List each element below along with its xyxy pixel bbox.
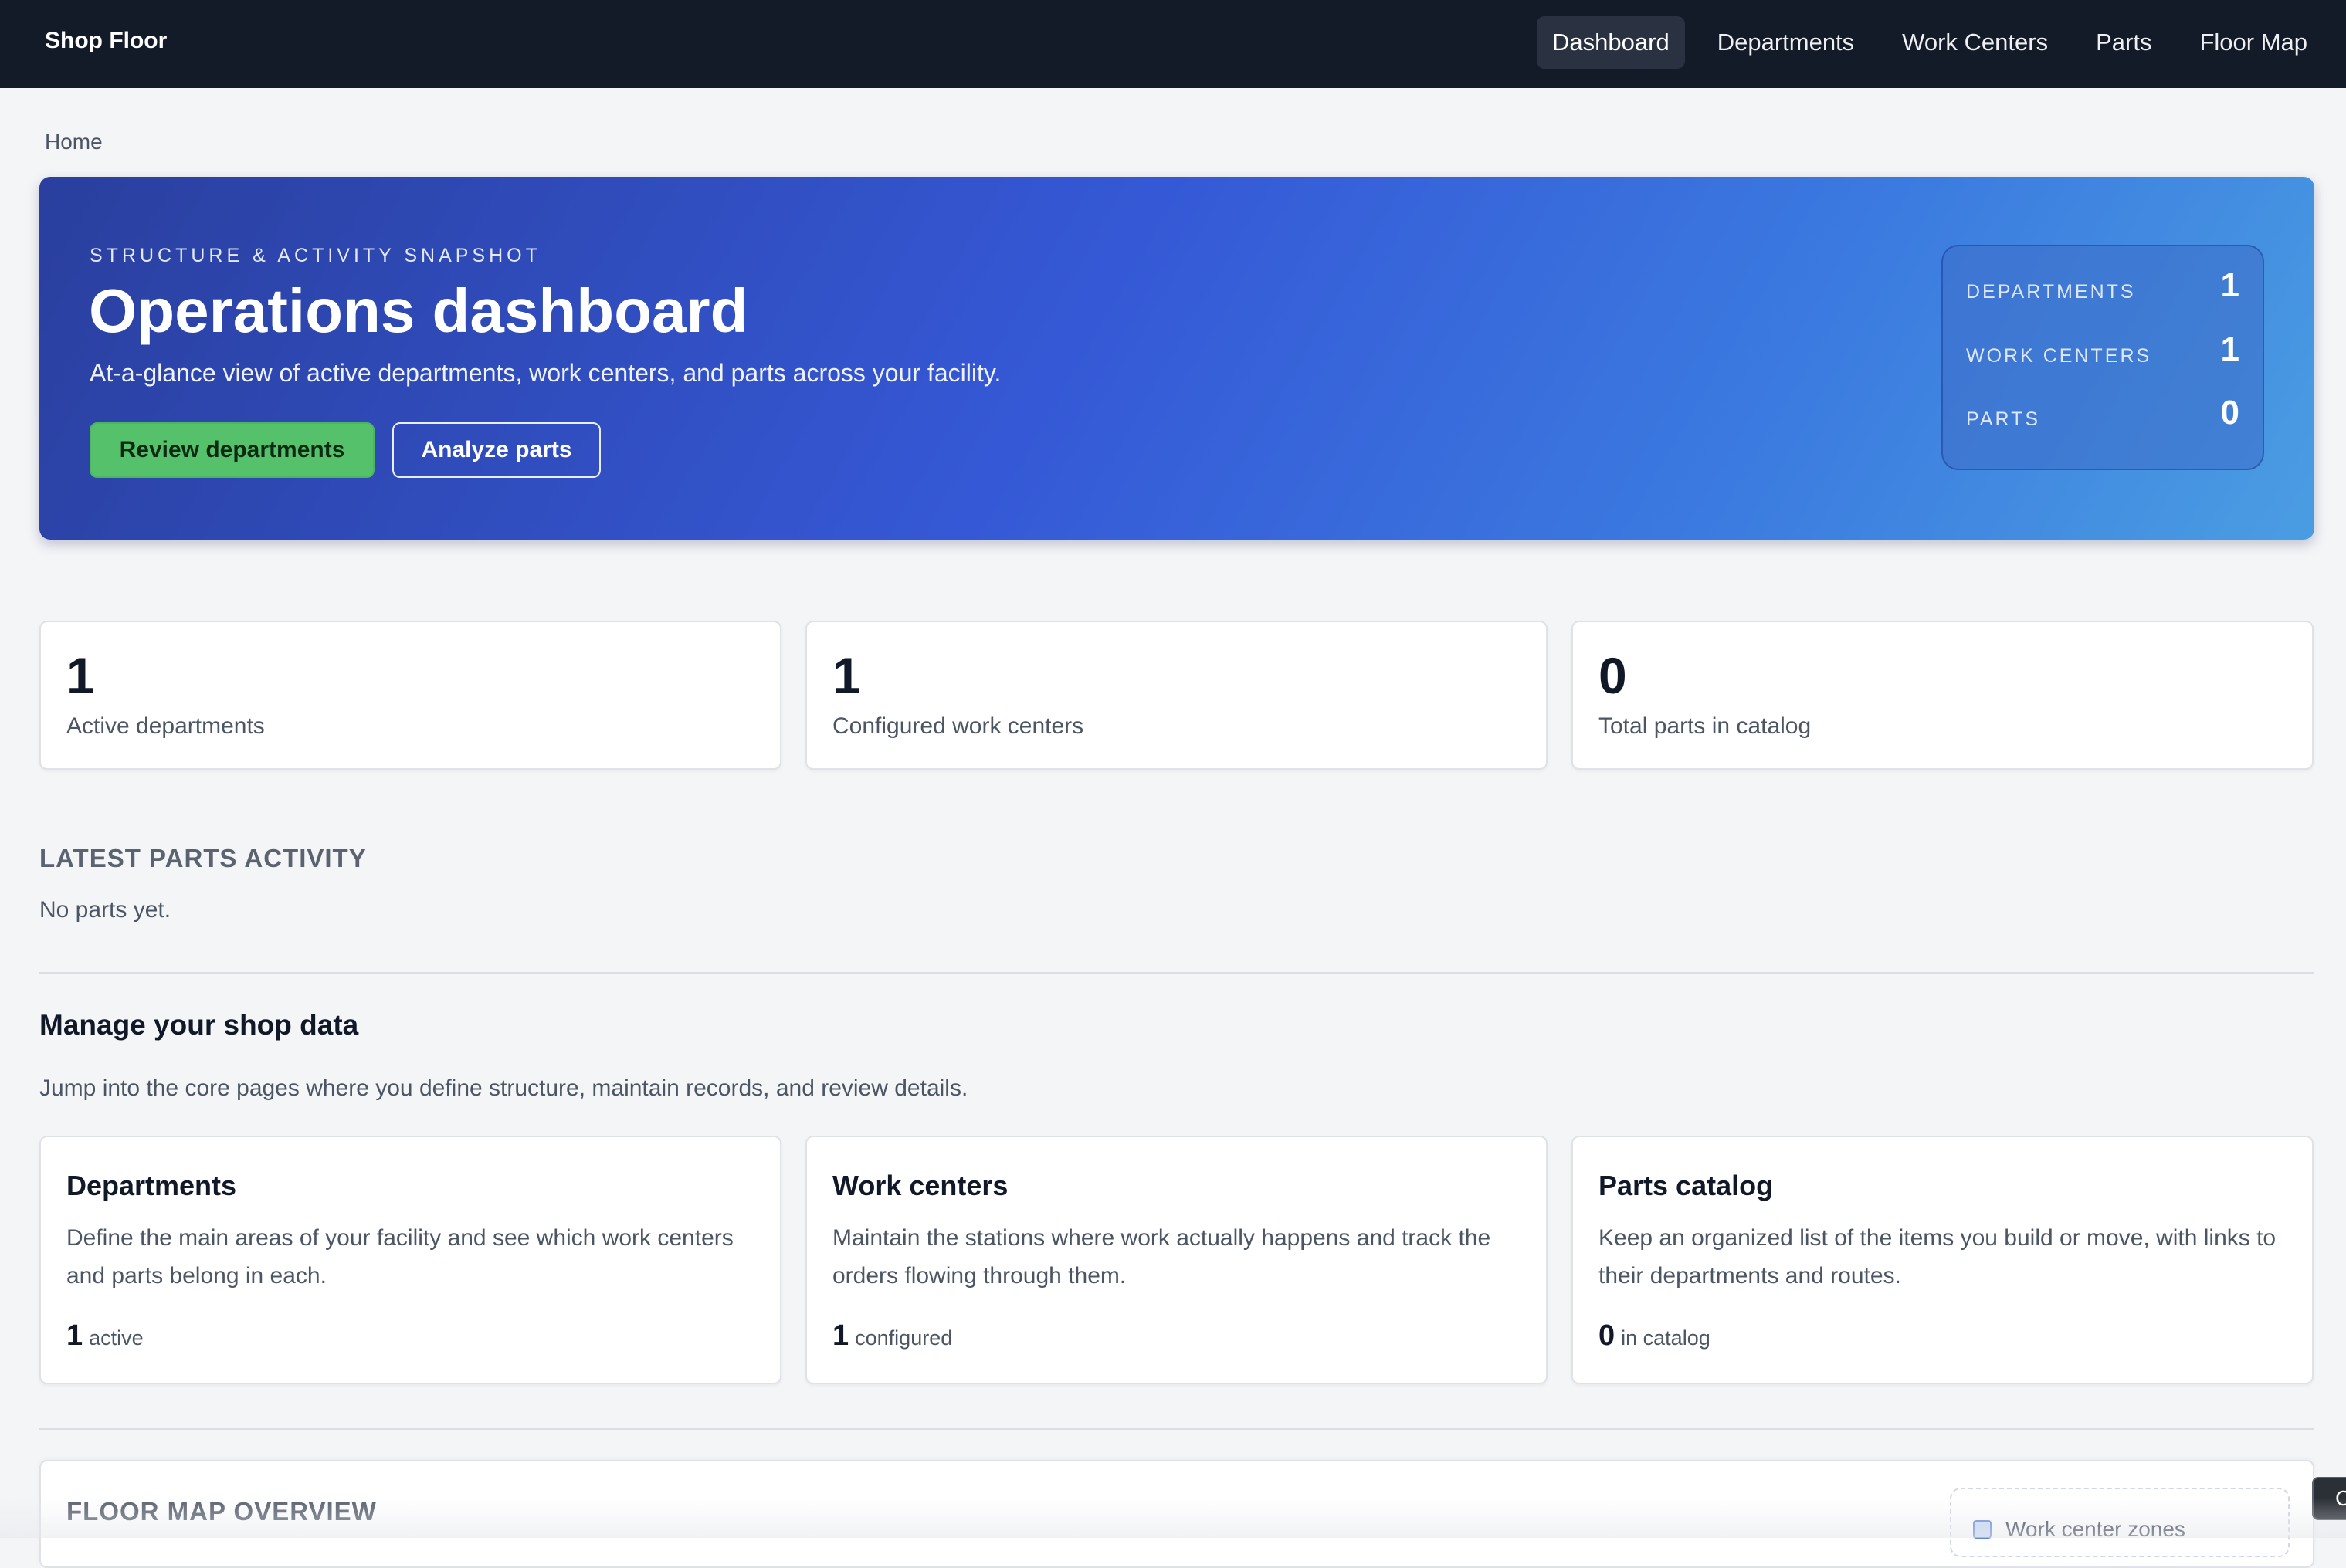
card-count-unit: configured bbox=[855, 1326, 953, 1350]
nav-parts[interactable]: Parts bbox=[2080, 16, 2167, 69]
card-count: 1 active bbox=[66, 1319, 144, 1353]
kpi-card-work-centers: 1 Configured work centers bbox=[805, 621, 1548, 770]
card-title: Parts catalog bbox=[1598, 1170, 1774, 1201]
hero-stats-panel: DEPARTMENTS 1 WORK CENTERS 1 PARTS 0 bbox=[1941, 245, 2264, 470]
hero-stat-label: WORK CENTERS bbox=[1966, 345, 2152, 367]
work-center-zone-swatch-icon bbox=[1973, 1520, 1992, 1539]
kpi-value: 0 bbox=[1598, 647, 1627, 704]
hero-banner: STRUCTURE & ACTIVITY SNAPSHOT Operations… bbox=[39, 177, 2314, 540]
nav-dashboard[interactable]: Dashboard bbox=[1537, 16, 1685, 69]
hero-stat-value: 0 bbox=[2220, 394, 2239, 432]
kpi-value: 1 bbox=[66, 647, 95, 704]
legend-label: Work center zones bbox=[2005, 1517, 2185, 1541]
card-description: Maintain the stations where work actuall… bbox=[832, 1225, 1491, 1289]
card-description: Define the main areas of your facility a… bbox=[66, 1225, 734, 1289]
review-departments-button[interactable]: Review departments bbox=[90, 422, 375, 478]
nav-floor-map[interactable]: Floor Map bbox=[2184, 16, 2323, 69]
kpi-label: Active departments bbox=[66, 713, 265, 739]
hero-stat-label: PARTS bbox=[1966, 408, 2041, 430]
nav-links: Dashboard Departments Work Centers Parts… bbox=[1520, 15, 2323, 69]
kpi-card-departments: 1 Active departments bbox=[39, 621, 781, 770]
card-count: 1 configured bbox=[832, 1319, 952, 1353]
section-divider bbox=[39, 1428, 2314, 1430]
parts-catalog-card[interactable]: Parts catalog Keep an organized list of … bbox=[1571, 1136, 2314, 1384]
card-count-value: 0 bbox=[1598, 1319, 1615, 1352]
card-count-unit: active bbox=[89, 1326, 144, 1350]
manage-section-title: Manage your shop data bbox=[39, 1009, 359, 1041]
departments-card[interactable]: Departments Define the main areas of you… bbox=[39, 1136, 781, 1384]
card-count-value: 1 bbox=[832, 1319, 849, 1352]
floor-map-title: FLOOR MAP OVERVIEW bbox=[66, 1497, 377, 1526]
card-title: Departments bbox=[66, 1170, 237, 1201]
floor-map-panel: FLOOR MAP OVERVIEW Work center zones bbox=[39, 1460, 2314, 1568]
kpi-label: Configured work centers bbox=[832, 713, 1084, 739]
hero-stat-work-centers: WORK CENTERS 1 bbox=[1966, 330, 2239, 377]
kpi-card-parts: 0 Total parts in catalog bbox=[1571, 621, 2314, 770]
hero-stat-label: DEPARTMENTS bbox=[1966, 281, 2136, 303]
analyze-parts-button[interactable]: Analyze parts bbox=[392, 422, 601, 478]
page-title: Operations dashboard bbox=[89, 276, 748, 345]
floating-action-button[interactable]: C bbox=[2312, 1477, 2346, 1520]
card-title: Work centers bbox=[832, 1170, 1009, 1201]
nav-departments[interactable]: Departments bbox=[1702, 16, 1870, 69]
hero-stat-value: 1 bbox=[2220, 330, 2239, 368]
hero-eyebrow: STRUCTURE & ACTIVITY SNAPSHOT bbox=[90, 245, 541, 266]
card-count-unit: in catalog bbox=[1621, 1326, 1710, 1350]
section-divider bbox=[39, 972, 2314, 974]
card-description: Keep an organized list of the items you … bbox=[1598, 1225, 2277, 1289]
floor-map-legend: Work center zones bbox=[1950, 1488, 2290, 1557]
manage-section-description: Jump into the core pages where you defin… bbox=[39, 1075, 968, 1101]
card-count: 0 in catalog bbox=[1598, 1319, 1710, 1353]
latest-parts-heading: LATEST PARTS ACTIVITY bbox=[39, 844, 367, 872]
top-navbar: Shop Floor Dashboard Departments Work Ce… bbox=[0, 0, 2346, 88]
hero-stat-value: 1 bbox=[2220, 266, 2239, 304]
breadcrumb[interactable]: Home bbox=[45, 130, 103, 154]
hero-subtitle: At-a-glance view of active departments, … bbox=[90, 359, 1002, 387]
hero-stat-parts: PARTS 0 bbox=[1966, 394, 2239, 440]
kpi-label: Total parts in catalog bbox=[1598, 713, 1812, 739]
hero-stat-departments: DEPARTMENTS 1 bbox=[1966, 266, 2239, 313]
brand-logo[interactable]: Shop Floor bbox=[45, 28, 167, 54]
empty-parts-message: No parts yet. bbox=[39, 897, 171, 923]
work-centers-card[interactable]: Work centers Maintain the stations where… bbox=[805, 1136, 1548, 1384]
nav-work-centers[interactable]: Work Centers bbox=[1887, 16, 2063, 69]
kpi-value: 1 bbox=[832, 647, 861, 704]
card-count-value: 1 bbox=[66, 1319, 83, 1352]
